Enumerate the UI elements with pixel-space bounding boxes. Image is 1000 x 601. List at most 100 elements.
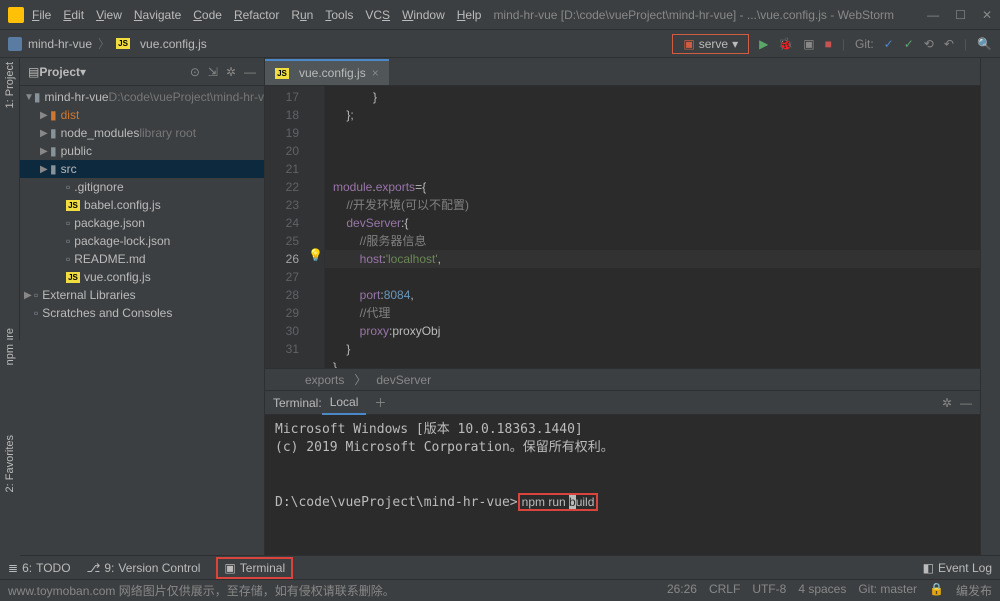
menu-vcs[interactable]: VCS [365,8,390,22]
tree-item[interactable]: ▶▮public [20,142,264,160]
menu-refactor[interactable]: Refactor [234,8,279,22]
terminal-add-icon[interactable]: ＋ [374,394,386,411]
chevron-down-icon: ▾ [732,37,738,51]
tree-item[interactable]: ▶▫External Libraries [20,286,264,304]
menu-tools[interactable]: Tools [325,8,353,22]
stop-icon[interactable]: ■ [825,37,832,51]
bottom-toolbar: ≣6:TODO ⎇9:Version Control ▣Terminal ◧Ev… [0,555,1000,579]
tool-project[interactable]: 1: Project [4,62,16,108]
menu-help[interactable]: Help [457,8,482,22]
run-icon[interactable]: ▶ [759,37,768,51]
window-title: mind-hr-vue [D:\code\vueProject\mind-hr-… [493,8,927,22]
breadcrumb-root[interactable]: mind-hr-vue [28,37,92,51]
tab-label: vue.config.js [299,66,366,80]
chevron-down-icon[interactable]: ▾ [80,65,86,79]
app-logo [8,7,24,23]
menu-file[interactable]: File [32,8,51,22]
minimize-icon[interactable]: — [927,8,939,22]
tree-item[interactable]: ▶▮dist [20,106,264,124]
tree-hint: D:\code\vueProject\mind-hr-vue [109,90,264,104]
tool-event-log[interactable]: ◧Event Log [923,561,992,575]
tree-label: External Libraries [42,288,135,302]
status-encoding[interactable]: UTF-8 [752,582,786,599]
crumb-devserver[interactable]: devServer [376,373,431,387]
intention-bulb-icon[interactable]: 💡 [307,248,324,262]
folder-icon: ▮ [34,90,41,104]
tree-item[interactable]: ▫.gitignore [20,178,264,196]
code-content[interactable]: } }; module.exports={ //开发环境(可以不配置) devS… [325,86,980,368]
status-position[interactable]: 26:26 [667,582,697,599]
run-config-label: serve [699,37,728,51]
breadcrumb-separator-icon: 〉 [98,35,110,52]
file-icon: ▫ [66,252,70,266]
git-history-icon[interactable]: ⟲ [924,37,934,51]
titlebar: File Edit View Navigate Code Refactor Ru… [0,0,1000,30]
terminal-tab-local[interactable]: Local [322,391,367,415]
tree-item[interactable]: ▶▮src [20,160,264,178]
hint-gutter: 💡 [307,86,325,368]
tree-label: vue.config.js [84,270,151,284]
editor-tabs: JS vue.config.js × [265,58,980,86]
hide-icon[interactable]: — [960,396,972,410]
debug-icon[interactable]: 🐞 [778,37,793,51]
navigation-bar: mind-hr-vue 〉 JS vue.config.js serve ▾ ▶… [0,30,1000,58]
git-revert-icon[interactable]: ↶ [944,37,954,51]
tree-label: babel.config.js [84,198,161,212]
tree-item[interactable]: JS vue.config.js [20,268,264,286]
terminal-pane: Terminal: Local ＋ ✲ — Microsoft Windows … [265,390,980,555]
tool-npm[interactable]: npm [4,344,16,365]
file-icon: ▫ [34,306,38,320]
status-branch[interactable]: Git: master [858,582,917,599]
tree-label: Scratches and Consoles [42,306,172,320]
gear-icon[interactable]: ✲ [942,396,952,410]
tool-todo[interactable]: ≣6:TODO [8,561,71,575]
file-icon: ▫ [34,288,38,302]
tool-version-control[interactable]: ⎇9:Version Control [87,561,201,575]
tab-vue-config[interactable]: JS vue.config.js × [265,59,389,85]
expand-all-icon[interactable]: ⇲ [208,65,218,79]
menu-window[interactable]: Window [402,8,445,22]
hide-icon[interactable]: — [244,65,256,79]
tree-item[interactable]: ▫package-lock.json [20,232,264,250]
menu-edit[interactable]: Edit [63,8,84,22]
select-opened-icon[interactable]: ⊙ [190,65,200,79]
coverage-icon[interactable]: ▣ [803,37,814,51]
tree-item[interactable]: ▫README.md [20,250,264,268]
lock-icon[interactable]: 🔒 [929,582,944,599]
close-tab-icon[interactable]: × [372,66,379,80]
file-icon: ▫ [66,180,70,194]
gear-icon[interactable]: ✲ [226,65,236,79]
menu-run[interactable]: Run [291,8,313,22]
menu-view[interactable]: View [96,8,122,22]
git-commit-icon[interactable]: ✓ [904,37,914,51]
status-eol[interactable]: CRLF [709,582,740,599]
menu-navigate[interactable]: Navigate [134,8,181,22]
tree-label: node_modules [61,126,140,140]
tree-item[interactable]: ▼▮mind-hr-vue D:\code\vueProject\mind-hr… [20,88,264,106]
folder-icon: ▮ [50,144,57,158]
status-indent[interactable]: 4 spaces [798,582,846,599]
close-icon[interactable]: ✕ [982,8,992,22]
code-editor[interactable]: 171819202122232425262728293031 💡 } }; mo… [265,86,980,368]
maximize-icon[interactable]: ☐ [955,8,966,22]
tree-item[interactable]: ▫ Scratches and Consoles [20,304,264,322]
tree-item[interactable]: ▶▮node_modules library root [20,124,264,142]
tool-favorites[interactable]: 2: Favorites [4,435,16,492]
js-file-icon: JS [66,200,80,211]
status-tail: 编发布 [956,582,992,599]
tool-terminal[interactable]: ▣Terminal [216,557,293,579]
search-icon[interactable]: 🔍 [977,37,992,51]
crumb-exports[interactable]: exports [305,373,344,387]
git-update-icon[interactable]: ✓ [884,37,894,51]
breadcrumb-file[interactable]: vue.config.js [140,37,207,51]
project-tree[interactable]: ▼▮mind-hr-vue D:\code\vueProject\mind-hr… [20,86,264,555]
terminal-body[interactable]: Microsoft Windows [版本 10.0.18363.1440] (… [265,415,980,555]
line-gutter: 171819202122232425262728293031 [265,86,307,368]
folder-icon: ▮ [50,162,57,176]
project-icon [8,37,22,51]
tree-item[interactable]: JS babel.config.js [20,196,264,214]
js-file-icon: JS [66,272,80,283]
menu-code[interactable]: Code [193,8,222,22]
run-configuration-selector[interactable]: serve ▾ [672,34,749,54]
tree-item[interactable]: ▫package.json [20,214,264,232]
